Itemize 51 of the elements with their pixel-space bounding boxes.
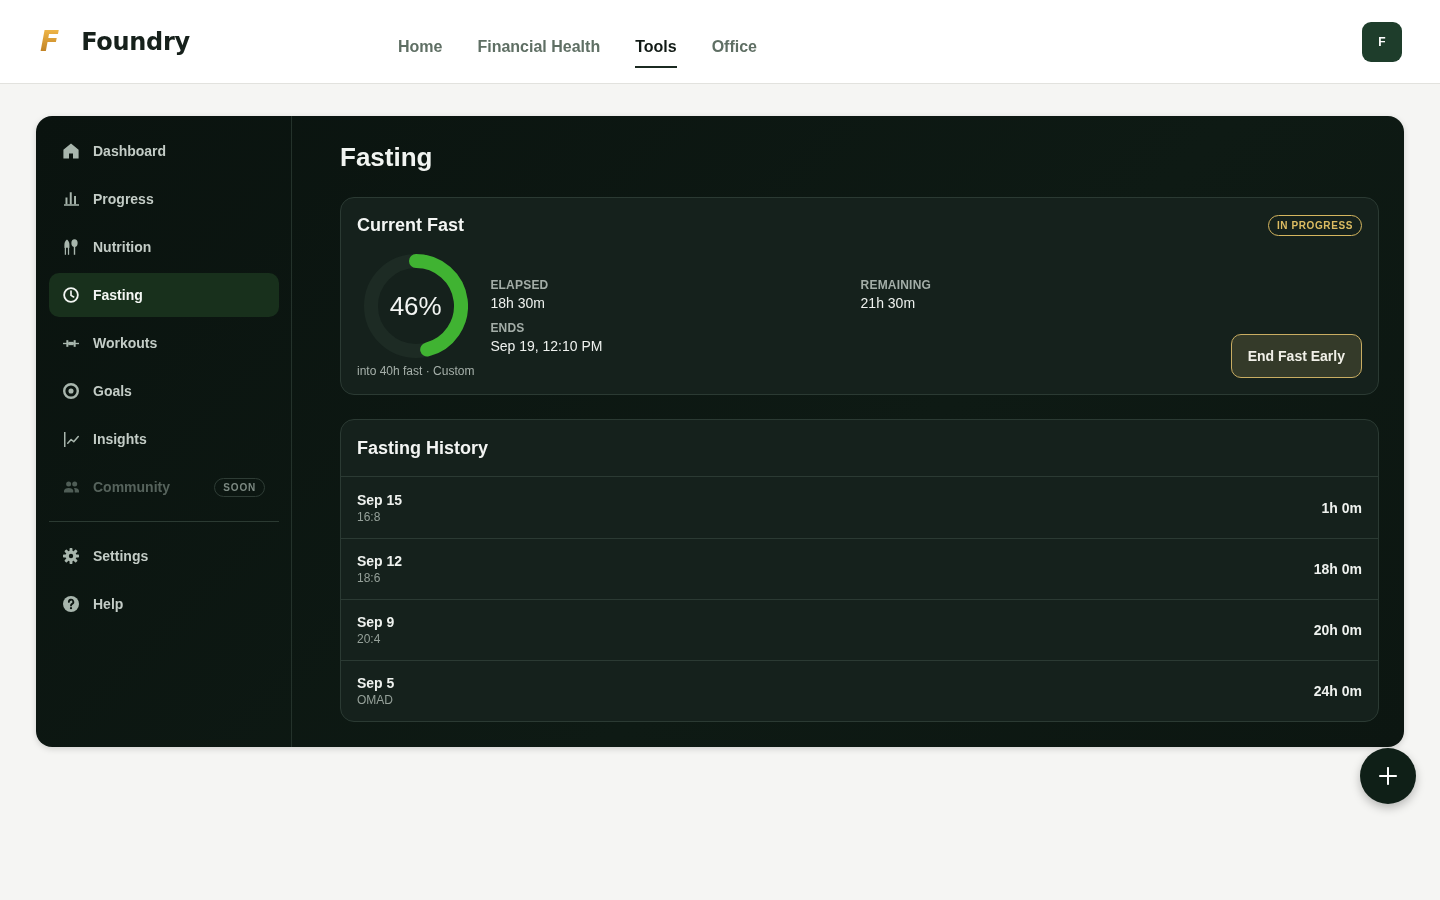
brand-name: Foundry	[81, 27, 190, 56]
end-fast-button[interactable]: End Fast Early	[1230, 334, 1362, 378]
nav-tab[interactable]: Tools	[635, 27, 677, 68]
nav-tab[interactable]: Office	[711, 27, 757, 68]
dumbbell-icon	[63, 339, 79, 347]
history-duration: 20h 0m	[1313, 622, 1362, 638]
sidebar-item[interactable]: Settings	[49, 534, 279, 578]
sidebar-item[interactable]: Goals	[49, 369, 279, 413]
progress-percent: 46%	[388, 292, 443, 320]
sidebar-item[interactable]: Nutrition	[49, 225, 279, 269]
line-chart-icon	[63, 431, 79, 447]
avatar[interactable]: F	[1362, 21, 1402, 62]
history-protocol: 20:4	[357, 632, 382, 646]
sidebar-item[interactable]: Workouts	[49, 321, 279, 365]
history-date: Sep 12	[357, 553, 403, 569]
sidebar-item[interactable]: Progress	[49, 177, 279, 221]
sidebar-item[interactable]: Help	[49, 582, 279, 626]
stat-value: 18h 30m	[490, 295, 546, 311]
history-duration: 24h 0m	[1313, 683, 1362, 699]
people-icon	[63, 481, 79, 493]
nav-tab[interactable]: Home	[398, 27, 443, 68]
history-duration: 18h 0m	[1313, 561, 1362, 577]
history-protocol: 16:8	[357, 509, 382, 524]
clock-icon	[63, 287, 79, 303]
stat-label: ENDS	[490, 321, 526, 335]
history-date: Sep 15	[357, 491, 403, 508]
help-icon	[63, 596, 79, 612]
stat-value: 21h 30m	[860, 295, 917, 311]
history-date: Sep 5	[357, 675, 395, 691]
stat-label: ELAPSED	[490, 278, 550, 292]
card-title: Fasting History	[341, 420, 1378, 477]
plus-icon	[1379, 767, 1397, 785]
history-duration: 1h 0m	[1321, 499, 1362, 516]
target-icon	[63, 383, 79, 399]
nav-tab[interactable]: Financial Health	[477, 27, 601, 68]
sidebar-item[interactable]: Fasting	[49, 273, 279, 317]
history-date: Sep 9	[357, 614, 395, 630]
stat-label: REMAINING	[860, 278, 933, 292]
fast-caption: into 40h fast · Custom	[357, 364, 475, 378]
add-button[interactable]	[1360, 748, 1416, 804]
card-title: Current Fast	[357, 214, 464, 236]
sidebar-item[interactable]: Dashboard	[49, 129, 279, 173]
home-icon	[63, 143, 79, 159]
sidebar-item[interactable]: Insights	[49, 417, 279, 461]
history-protocol: OMAD	[357, 693, 394, 707]
bar-chart-icon	[63, 192, 79, 206]
settings-icon	[63, 548, 79, 564]
history-protocol: 18:6	[357, 571, 382, 585]
fork-spoon-icon	[64, 239, 78, 255]
stat-value: Sep 19, 12:10 PM	[490, 338, 604, 354]
page-title: Fasting	[340, 141, 434, 173]
